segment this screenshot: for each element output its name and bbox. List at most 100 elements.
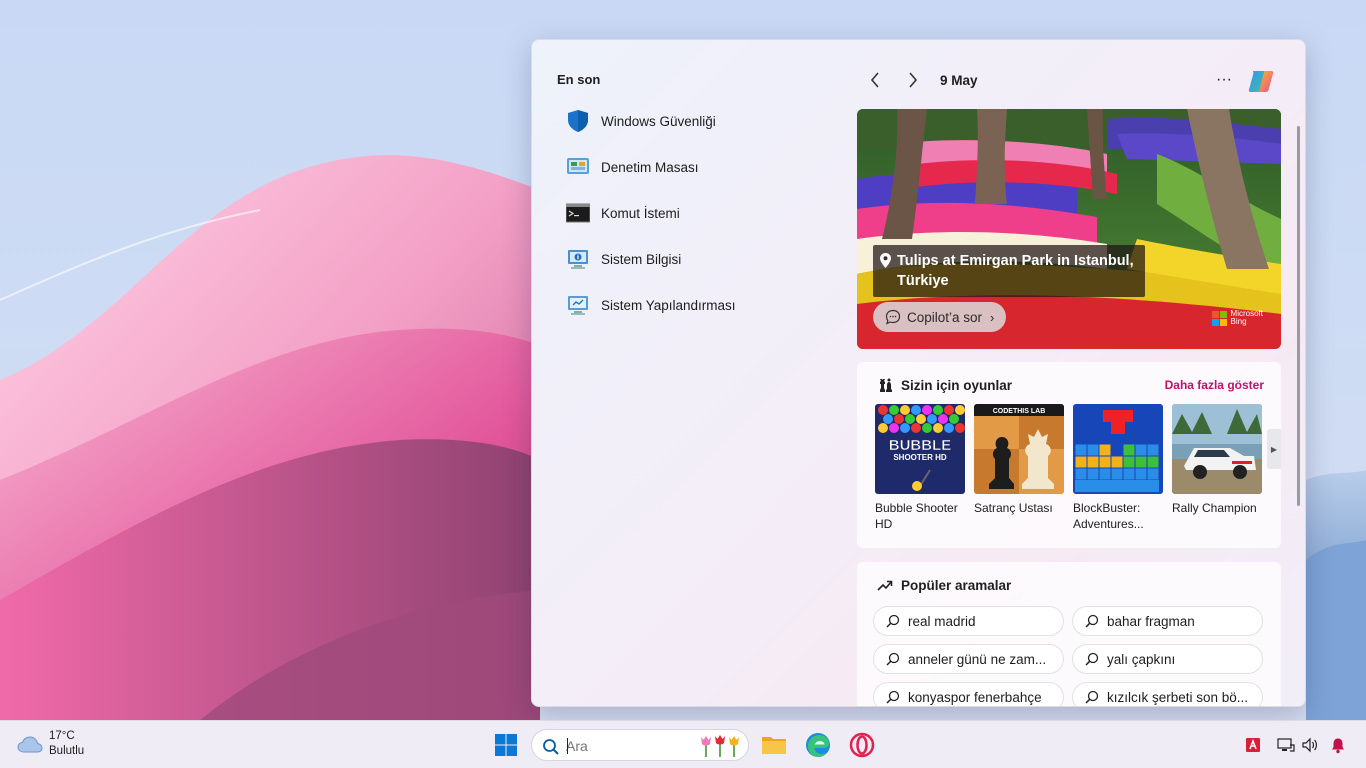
game-tile-chess-master[interactable]: CODETHIS LAB Satranç Ustası (974, 404, 1064, 532)
game-name: Rally Champion (1172, 501, 1257, 515)
search-home-panel: En son Windows Güvenliği Denetim Masası … (531, 39, 1306, 707)
notification-bell[interactable] (1328, 735, 1348, 755)
game-thumbnail: CODETHIS LAB (974, 404, 1064, 494)
more-options-button[interactable]: ··· (1210, 68, 1238, 92)
popular-search-item[interactable]: real madrid (873, 606, 1064, 636)
brand-line-2: Bing (1230, 317, 1247, 326)
previous-day-button[interactable] (862, 68, 888, 92)
taskbar-search-box[interactable] (531, 729, 749, 761)
game-name: BlockBuster: Adventures... (1073, 501, 1144, 531)
recent-item-system-config[interactable]: Sistem Yapılandırması (557, 282, 847, 328)
panel-scrollbar[interactable] (1297, 126, 1300, 506)
volume-control[interactable] (1300, 735, 1320, 755)
popular-search-text: anneler günü ne zam... (908, 651, 1047, 667)
red-app-tray-icon (1246, 738, 1260, 752)
network-icon (1277, 738, 1295, 752)
game-thumbnail (1073, 404, 1163, 494)
ask-copilot-button[interactable]: Copilot’a sor › (873, 302, 1007, 332)
search-icon (543, 739, 559, 755)
recent-item-windows-security[interactable]: Windows Güvenliği (557, 98, 847, 144)
edge-browser-button[interactable] (802, 729, 834, 761)
tray-app-icon[interactable] (1244, 735, 1262, 755)
games-card-title: Sizin için oyunlar (901, 377, 1013, 393)
network-status[interactable] (1276, 735, 1296, 755)
recent-section-title: En son (557, 72, 601, 87)
recent-item-command-prompt[interactable]: Komut İstemi (557, 190, 847, 236)
games-card-header: Sizin için oyunlar (877, 377, 1012, 393)
game-tile-bubble-shooter[interactable]: BUBBLE SHOOTER HD Bubble Shooter HD (875, 404, 965, 532)
game-thumb-title: BUBBLE (889, 437, 952, 454)
search-icon (886, 690, 900, 704)
weather-condition: Bulutlu (49, 745, 85, 757)
popular-search-item[interactable]: bahar fragman (1072, 606, 1263, 636)
show-more-games-link[interactable]: Daha fazla göster (1165, 378, 1264, 392)
recent-item-label: Komut İstemi (601, 205, 680, 221)
system-config-icon (565, 292, 591, 318)
recent-apps-list: Windows Güvenliği Denetim Masası Komut İ… (557, 98, 847, 328)
recent-item-label: Sistem Yapılandırması (601, 297, 736, 313)
search-icon (886, 614, 900, 628)
recent-item-system-info[interactable]: Sistem Bilgisi (557, 236, 847, 282)
weather-widget[interactable]: 17°C Bulutlu (17, 729, 84, 759)
copilot-icon (1248, 71, 1274, 92)
windows-logo-icon (495, 734, 517, 756)
microsoft-bing-logo: Microsoft Bing (1211, 310, 1263, 326)
game-thumbnail: BUBBLE SHOOTER HD (875, 404, 965, 494)
copilot-button[interactable] (1244, 64, 1278, 98)
popular-search-text: konyaspor fenerbahçe (908, 689, 1042, 705)
popular-search-text: kızılcık şerbeti son bö... (1107, 689, 1249, 705)
start-button[interactable] (490, 729, 522, 761)
game-thumb-subtitle: SHOOTER HD (893, 453, 947, 462)
current-date: 9 May (940, 72, 978, 88)
game-name: Bubble Shooter HD (875, 501, 958, 531)
terminal-icon (565, 200, 591, 226)
ask-copilot-label: Copilot’a sor (907, 309, 983, 325)
microsoft-logo-icon (1211, 310, 1227, 326)
recent-item-label: Windows Güvenliği (601, 113, 716, 129)
date-navigation: 9 May ··· (862, 68, 1282, 92)
search-icon (1085, 652, 1099, 666)
popular-search-item[interactable]: kızılcık şerbeti son bö... (1072, 682, 1263, 706)
trending-icon (877, 577, 893, 593)
recent-item-label: Denetim Masası (601, 159, 699, 175)
recent-item-label: Sistem Bilgisi (601, 251, 682, 267)
next-day-button[interactable] (900, 68, 926, 92)
popular-searches-card: Popüler aramalar real madrid bahar fragm… (857, 562, 1281, 706)
search-icon (886, 652, 900, 666)
popular-card-title: Popüler aramalar (901, 577, 1012, 593)
file-explorer-button[interactable] (758, 729, 790, 761)
game-name: Satranç Ustası (974, 501, 1053, 515)
hero-image-card[interactable]: Tulips at Emirgan Park in Istanbul, Türk… (857, 109, 1281, 349)
games-scroll-right-button[interactable]: ▶ (1267, 429, 1281, 469)
cloud-icon (17, 736, 43, 753)
recent-item-control-panel[interactable]: Denetim Masası (557, 144, 847, 190)
speaker-icon (1302, 737, 1317, 753)
chess-pieces-icon (877, 377, 893, 393)
game-tile-blockbuster[interactable]: BlockBuster: Adventures... (1073, 404, 1163, 532)
opera-browser-button[interactable] (846, 729, 878, 761)
bell-icon (1332, 738, 1344, 753)
game-thumb-title: CODETHIS LAB (993, 408, 1046, 415)
shield-icon (565, 108, 591, 134)
popular-search-text: bahar fragman (1107, 613, 1195, 629)
control-panel-icon (565, 154, 591, 180)
hero-caption[interactable]: Tulips at Emirgan Park in Istanbul, Türk… (873, 245, 1145, 297)
taskbar-search-input[interactable] (566, 735, 686, 757)
chevron-right-icon: › (990, 309, 995, 325)
taskbar: 17°C Bulutlu (0, 720, 1366, 768)
tulips-highlight-icon (701, 735, 739, 757)
search-icon (1085, 690, 1099, 704)
location-pin-icon (880, 253, 891, 268)
game-tile-rally-champion[interactable]: Rally Champion (1172, 404, 1262, 532)
edge-browser-icon (806, 733, 830, 757)
chevron-right-icon (909, 72, 918, 88)
popular-search-item[interactable]: yalı çapkını (1072, 644, 1263, 674)
popular-search-item[interactable]: anneler günü ne zam... (873, 644, 1064, 674)
search-icon (1085, 614, 1099, 628)
popular-search-item[interactable]: konyaspor fenerbahçe (873, 682, 1064, 706)
weather-temperature: 17°C (49, 730, 75, 742)
popular-search-text: yalı çapkını (1107, 651, 1176, 667)
caret-right-icon: ▶ (1270, 444, 1278, 454)
chat-bubble-icon (885, 309, 901, 325)
popular-card-header: Popüler aramalar (877, 577, 1011, 593)
